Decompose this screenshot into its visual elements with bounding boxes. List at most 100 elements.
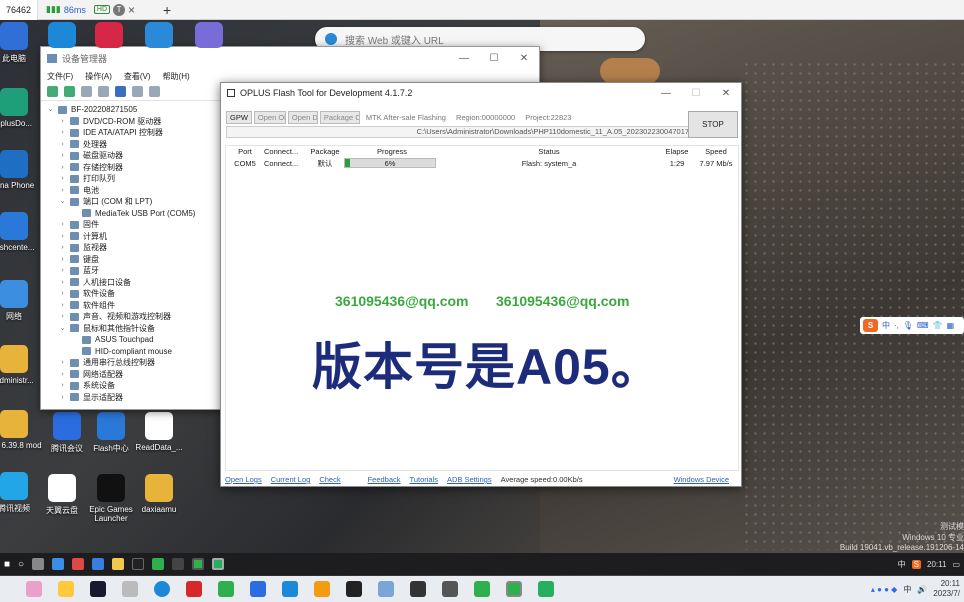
keyboard-icon[interactable]: ⌨ [917, 321, 929, 330]
remote-session-tab[interactable]: 76462 [0, 0, 39, 20]
app-icon-9[interactable] [212, 558, 225, 570]
punctuation-icon[interactable]: ·, [894, 321, 899, 330]
expand-icon[interactable]: › [59, 231, 66, 243]
expand-icon[interactable]: › [59, 173, 66, 185]
tree-icon[interactable] [98, 86, 109, 97]
search-icon[interactable]: ○ [18, 559, 24, 570]
app-icon-c[interactable] [90, 581, 106, 597]
table-row[interactable]: COM5 Connect... 默认 6% Flash: system_a 1:… [226, 157, 738, 169]
desktop-icon[interactable]: Administr... [0, 345, 43, 385]
app-icon-a[interactable] [26, 581, 42, 597]
expand-icon[interactable]: › [59, 277, 66, 289]
feedback-link[interactable]: Feedback [368, 475, 401, 484]
desktop-icon[interactable]: lashcente... [0, 212, 43, 252]
windows-device-link[interactable]: Windows Device [674, 475, 729, 484]
app-icon-e[interactable] [186, 581, 202, 597]
t-button[interactable]: T [113, 3, 126, 16]
app-icon-m[interactable] [442, 581, 458, 597]
toolbox-icon[interactable]: ▦ [947, 321, 955, 330]
new-tab-button[interactable]: + [163, 2, 171, 18]
expand-icon[interactable]: › [59, 139, 66, 151]
expand-icon[interactable]: › [59, 288, 66, 300]
expand-icon[interactable]: › [59, 162, 66, 174]
local-tray-lang[interactable]: 中 [903, 584, 911, 595]
desktop-app-icon[interactable] [48, 22, 76, 48]
app-icon-7[interactable] [172, 558, 185, 570]
desktop-icon[interactable]: oplusDo... [0, 88, 43, 128]
expand-icon[interactable]: › [59, 242, 66, 254]
expand-icon[interactable]: › [59, 116, 66, 128]
current-log-link[interactable]: Current Log [271, 475, 311, 484]
app-icon-n[interactable] [474, 581, 490, 597]
app-icon-l[interactable] [410, 581, 426, 597]
app-icon-g[interactable] [250, 581, 266, 597]
app-icon-k[interactable] [378, 581, 394, 597]
gpw-button[interactable]: GPW [226, 111, 252, 124]
col-progress[interactable]: Progress [344, 147, 440, 156]
tutorials-link[interactable]: Tutorials [410, 475, 438, 484]
expand-icon[interactable]: › [59, 219, 66, 231]
app-icon-p[interactable] [538, 581, 554, 597]
col-status[interactable]: Status [440, 147, 658, 156]
app-icon-d[interactable] [122, 581, 138, 597]
open-logs-link[interactable]: Open Logs [225, 475, 262, 484]
devmgr-titlebar[interactable]: 设备管理器 — ☐ ✕ [41, 47, 539, 69]
app-icon-6[interactable] [152, 558, 165, 570]
task-view-icon[interactable] [32, 558, 45, 570]
minimize-button[interactable]: — [449, 53, 479, 64]
desktop-icon[interactable]: 网络 [0, 280, 43, 322]
volume-icon[interactable]: 🔊 [917, 585, 927, 594]
menu-item[interactable]: 操作(A) [85, 71, 112, 82]
collapse-icon[interactable]: ⌄ [47, 104, 54, 116]
expand-icon[interactable]: ⌄ [59, 323, 66, 335]
notification-icon[interactable]: ▭ [952, 560, 960, 569]
expand-icon[interactable]: › [59, 265, 66, 277]
open-ofp-button[interactable]: Open OFP [253, 111, 286, 124]
tray-icons[interactable]: ▴ ● ● ◆ [871, 585, 898, 594]
desktop-app-icon[interactable] [195, 22, 223, 48]
expand-icon[interactable]: › [59, 380, 66, 392]
tray-lang[interactable]: 中 [898, 559, 906, 570]
stop-button[interactable]: STOP [688, 111, 738, 138]
flash-titlebar[interactable]: OPLUS Flash Tool for Development 4.1.7.2… [221, 83, 741, 103]
col-package[interactable]: Package [306, 147, 344, 156]
expand-icon[interactable]: › [59, 311, 66, 323]
expand-icon[interactable]: › [59, 185, 66, 197]
hd-badge[interactable]: HD [93, 5, 111, 14]
expand-icon[interactable]: › [59, 357, 66, 369]
close-button[interactable]: ✕ [509, 53, 539, 64]
mic-icon[interactable]: 🎙 [903, 321, 913, 330]
col-elapse[interactable]: Elapse [658, 147, 696, 156]
ime-toolbar[interactable]: S 中 ·, 🎙 ⌨ 👕 ▦ [860, 317, 964, 334]
app-icon-b[interactable] [58, 581, 74, 597]
app-icon-8[interactable] [192, 558, 205, 570]
app-icon-4[interactable] [112, 558, 125, 570]
expand-icon[interactable]: › [59, 150, 66, 162]
monitor-icon[interactable] [149, 86, 160, 97]
adb-settings-link[interactable]: ADB Settings [447, 475, 492, 484]
update-driver-icon[interactable] [132, 86, 143, 97]
col-connect[interactable]: Connect... [264, 147, 306, 156]
app-icon-5[interactable] [132, 558, 145, 570]
edge-taskbar-icon[interactable] [154, 581, 170, 597]
ime-lang[interactable]: 中 [882, 320, 890, 331]
skin-icon[interactable]: 👕 [933, 321, 943, 330]
flash-tool-window[interactable]: OPLUS Flash Tool for Development 4.1.7.2… [220, 82, 742, 487]
desktop-app-icon[interactable] [145, 22, 173, 48]
package-config-button[interactable]: Package Config [319, 111, 360, 124]
check-link[interactable]: Check [319, 475, 340, 484]
menu-item[interactable]: 文件(F) [47, 71, 73, 82]
sogou-tray-icon[interactable]: S [911, 559, 921, 569]
expand-icon[interactable]: ⌄ [59, 196, 66, 208]
expand-icon[interactable]: › [59, 300, 66, 312]
col-speed[interactable]: Speed [696, 147, 736, 156]
start-icon[interactable]: ■ [4, 559, 10, 570]
desktop-app-icon[interactable] [95, 22, 123, 48]
app-icon-2[interactable] [72, 558, 85, 570]
expand-icon[interactable]: › [59, 127, 66, 139]
menu-item[interactable]: 帮助(H) [163, 71, 190, 82]
expand-icon[interactable]: › [59, 369, 66, 381]
app-icon-i[interactable] [314, 581, 330, 597]
desktop-icon[interactable]: daxiaamu [130, 474, 188, 514]
app-icon-f[interactable] [218, 581, 234, 597]
